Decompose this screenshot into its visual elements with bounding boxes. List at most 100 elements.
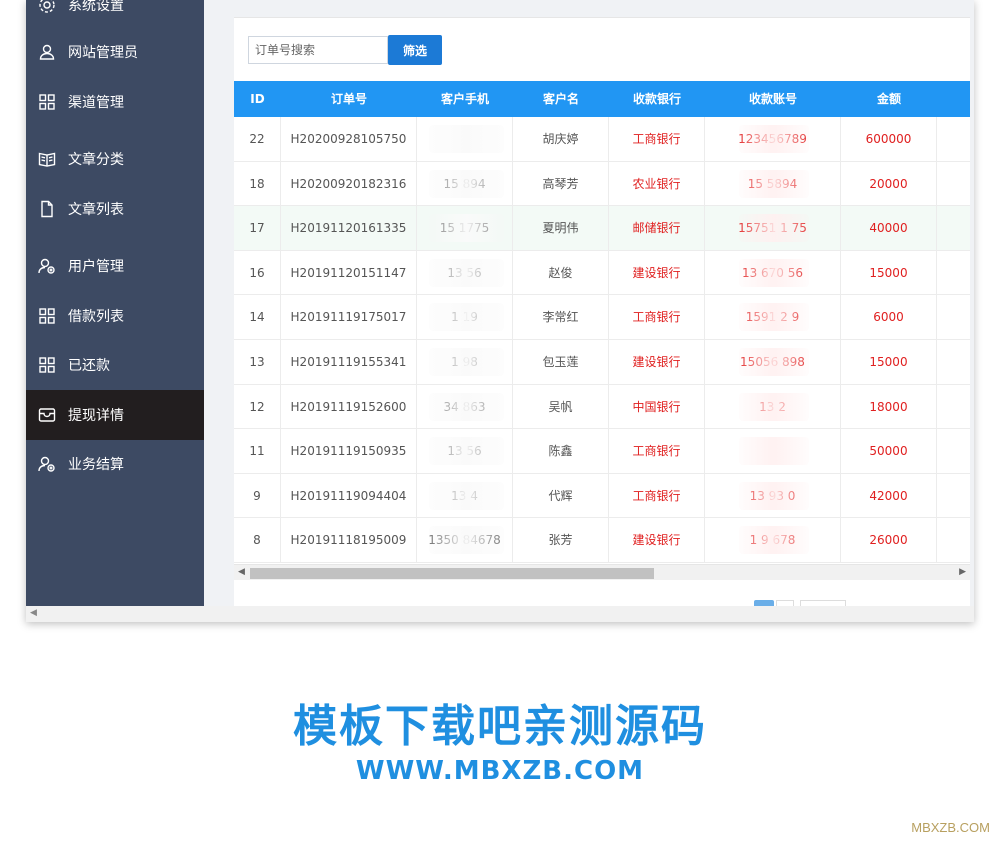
filter-button[interactable]: 筛选: [388, 35, 442, 65]
cell-bank: 工商银行: [609, 473, 705, 518]
table-row: 9H2019111909440413 4代辉工商银行13 93 042000: [234, 473, 970, 519]
users-icon: [38, 455, 56, 473]
inbox-icon: [38, 406, 56, 424]
cell-overflow: [937, 518, 970, 562]
cell-amount: 20000: [841, 161, 937, 206]
cell-amount: 26000: [841, 518, 937, 563]
privacy-blur: [739, 258, 809, 287]
watermark: MBXZB.COM: [911, 820, 990, 835]
table-row: 14H201911191750171 19李常红工商银行1591 2 96000: [234, 295, 970, 340]
cell-amount: 18000: [841, 384, 937, 429]
cell-id: 16: [234, 250, 281, 295]
book-icon: [38, 150, 56, 168]
sidebar-item-withdrawal-details[interactable]: 提现详情: [26, 390, 204, 440]
sidebar-item-article-list[interactable]: 文章列表: [26, 184, 204, 234]
sidebar-item-label: 用户管理: [68, 259, 124, 275]
column-header-phone: 客户手机: [440, 92, 489, 106]
scrollbar-thumb[interactable]: [250, 568, 654, 579]
cell-bank: 农业银行: [609, 161, 705, 206]
order-search-input[interactable]: [248, 36, 388, 64]
cell-overflow: [937, 429, 970, 473]
cell-order: H20200928105750: [281, 117, 417, 161]
privacy-blur: [429, 348, 504, 376]
sidebar-item-system-settings[interactable]: 系统设置: [26, 0, 204, 30]
column-header-order: 订单号: [330, 92, 367, 106]
sidebar-item-article-category[interactable]: 文章分类: [26, 134, 204, 184]
sidebar-item-label: 渠道管理: [68, 95, 124, 111]
cell-name: 包玉莲: [513, 340, 609, 384]
sidebar-item-label: 业务结算: [68, 457, 124, 473]
cell-id: 9: [234, 473, 281, 518]
grid-icon: [38, 307, 56, 325]
sidebar-item-site-admin[interactable]: 网站管理员: [26, 27, 204, 77]
cell-overflow: [937, 474, 970, 518]
grid-icon: [38, 356, 56, 374]
cell-id: 11: [234, 429, 281, 474]
cell-id: 12: [234, 384, 281, 429]
cell-bank: 建设银行: [609, 250, 705, 295]
horizontal-scrollbar[interactable]: ◀ ▶: [234, 564, 970, 580]
scroll-left-icon[interactable]: ◀: [238, 567, 245, 577]
privacy-blur: [429, 437, 504, 466]
cell-amount: 6000: [841, 295, 937, 340]
app-window: 系统设置 网站管理员 渠道管理 文章分类 文章列表 用户管理 借款列表 已还款 …: [26, 0, 974, 622]
privacy-blur: [429, 392, 504, 421]
cell-order: H20191118195009: [281, 518, 417, 563]
scroll-right-icon[interactable]: ▶: [959, 567, 966, 577]
sidebar-item-label: 系统设置: [68, 0, 124, 14]
sidebar-item-channel-management[interactable]: 渠道管理: [26, 77, 204, 127]
cell-id: 22: [234, 117, 281, 161]
sidebar-item-label: 文章分类: [68, 152, 124, 168]
cell-order: H20191119094404: [281, 473, 417, 518]
table-row: 17H2019112016133515 1775夏明伟邮储银行15751 1 7…: [234, 206, 970, 251]
column-header-bank: 收款银行: [632, 92, 681, 106]
privacy-blur: [739, 437, 809, 466]
privacy-blur: [429, 214, 504, 243]
window-horizontal-scrollbar[interactable]: ◀: [26, 606, 974, 622]
privacy-blur: [429, 481, 504, 510]
table-row: 12H2019111915260034 863吴帆中国银行13 218000: [234, 384, 970, 430]
sidebar-item-user-management[interactable]: 用户管理: [26, 241, 204, 291]
promo-url: WWW.MBXZB.COM: [355, 756, 645, 786]
cell-overflow: [937, 385, 970, 429]
table-header: ID 订单号 客户手机 客户名 收款银行 收款账号 金额: [234, 81, 970, 117]
cell-amount: 40000: [841, 206, 937, 251]
cell-order: H20191119175017: [281, 295, 417, 340]
cell-id: 13: [234, 340, 281, 384]
table-row: 13H201911191553411 98包玉莲建设银行15056 898150…: [234, 340, 970, 385]
gear-icon: [38, 0, 56, 14]
cell-name: 夏明伟: [513, 206, 609, 251]
cell-bank: 建设银行: [609, 340, 705, 384]
cell-bank: 工商银行: [609, 295, 705, 340]
privacy-blur: [739, 169, 809, 198]
privacy-blur: [739, 526, 809, 555]
scroll-left-icon[interactable]: ◀: [30, 608, 37, 618]
sidebar-item-loan-list[interactable]: 借款列表: [26, 291, 204, 341]
promo-title: 模板下载吧亲测源码: [293, 701, 707, 752]
cell-order: H20191120161335: [281, 206, 417, 251]
cell-overflow: [937, 117, 970, 161]
cell-name: 李常红: [513, 295, 609, 340]
cell-amount: 50000: [841, 429, 937, 474]
sidebar: 系统设置 网站管理员 渠道管理 文章分类 文章列表 用户管理 借款列表 已还款 …: [26, 0, 204, 606]
document-icon: [38, 200, 56, 218]
cell-amount: 15000: [841, 250, 937, 295]
cell-name: 代辉: [513, 473, 609, 518]
privacy-blur: [429, 125, 504, 153]
table-row: 18H2020092018231615 894高琴芳农业银行15 5894200…: [234, 161, 970, 207]
cell-order: H20191119155341: [281, 340, 417, 384]
sidebar-item-business-settlement[interactable]: 业务结算: [26, 439, 204, 489]
cell-bank: 工商银行: [609, 429, 705, 474]
cell-name: 胡庆婷: [513, 117, 609, 161]
privacy-blur: [739, 125, 809, 153]
cell-amount: 15000: [841, 340, 937, 384]
privacy-blur: [739, 392, 809, 421]
cell-overflow: [937, 295, 970, 339]
sidebar-item-label: 网站管理员: [68, 45, 138, 61]
panel-top-edge: [234, 0, 970, 18]
privacy-blur: [739, 481, 809, 510]
sidebar-item-repaid[interactable]: 已还款: [26, 340, 204, 390]
privacy-blur: [429, 303, 504, 332]
table-row: 22H20200928105750胡庆婷工商银行123456789600000: [234, 117, 970, 162]
sidebar-item-label: 提现详情: [68, 408, 124, 424]
